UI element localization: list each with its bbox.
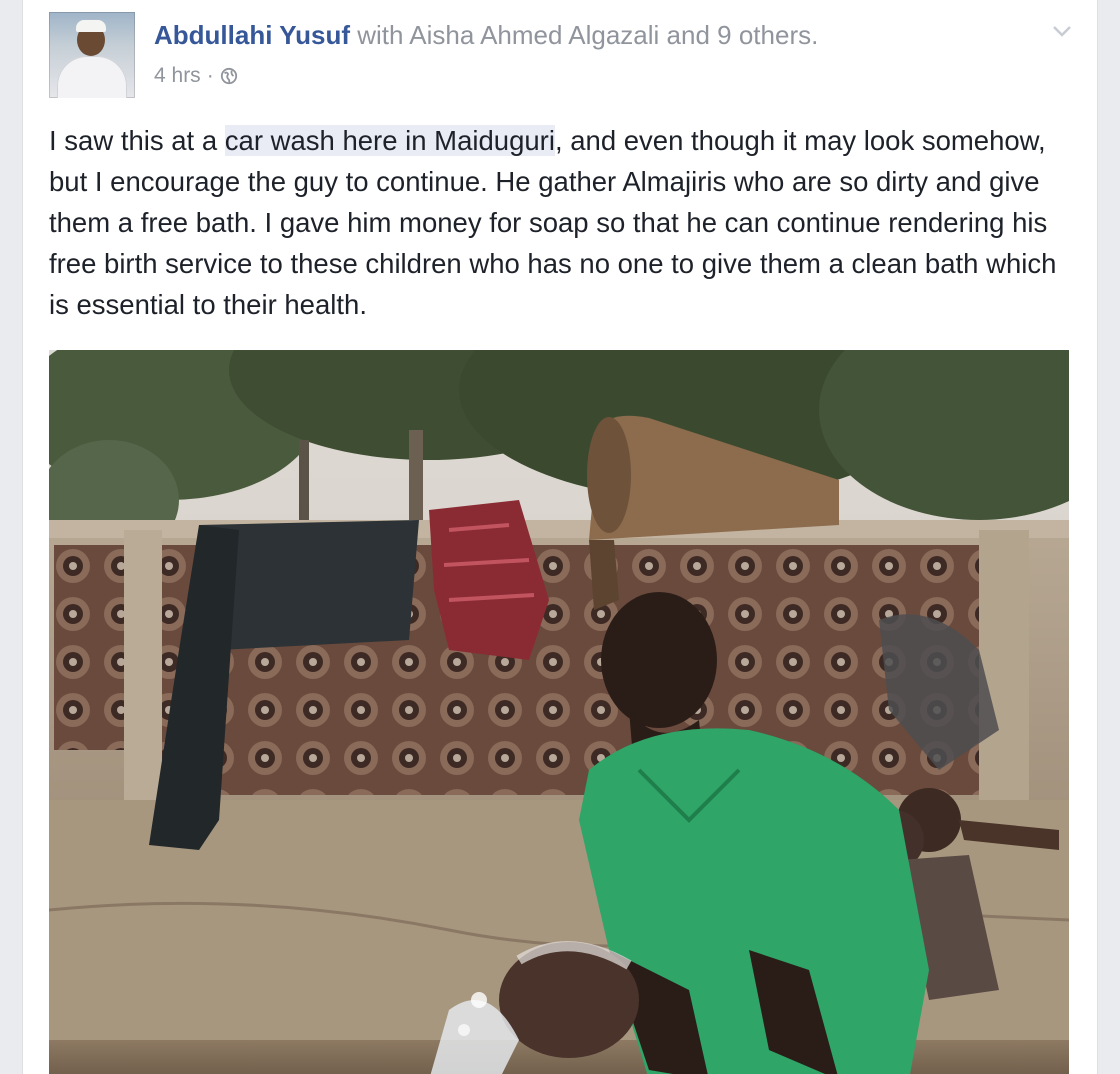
with-word: with bbox=[357, 20, 404, 50]
post-text-intro: I saw this at a bbox=[49, 125, 225, 156]
post-card: Abdullahi Yusuf with Aisha Ahmed Algazal… bbox=[22, 0, 1098, 1074]
post-header: Abdullahi Yusuf with Aisha Ahmed Algazal… bbox=[49, 12, 1079, 100]
avatar-robe bbox=[57, 56, 127, 98]
tagged-user-link[interactable]: Aisha Ahmed Algazali bbox=[409, 20, 659, 50]
post-photo[interactable] bbox=[49, 350, 1069, 1074]
globe-icon[interactable] bbox=[220, 67, 238, 85]
post-header-line: Abdullahi Yusuf with Aisha Ahmed Algazal… bbox=[154, 20, 818, 51]
avatar-cap bbox=[76, 20, 106, 32]
post-body-text: I saw this at a car wash here in Maidugu… bbox=[49, 120, 1069, 325]
author-name-link[interactable]: Abdullahi Yusuf bbox=[154, 20, 350, 50]
avatar[interactable] bbox=[49, 12, 135, 98]
location-link[interactable]: car wash here in Maiduguri bbox=[224, 125, 555, 156]
others-link[interactable]: and 9 others. bbox=[667, 20, 819, 50]
chevron-down-icon[interactable] bbox=[1049, 18, 1075, 44]
timestamp-link[interactable]: 4 hrs bbox=[154, 64, 201, 88]
post-meta: 4 hrs · bbox=[154, 64, 238, 88]
meta-separator: · bbox=[206, 64, 214, 87]
